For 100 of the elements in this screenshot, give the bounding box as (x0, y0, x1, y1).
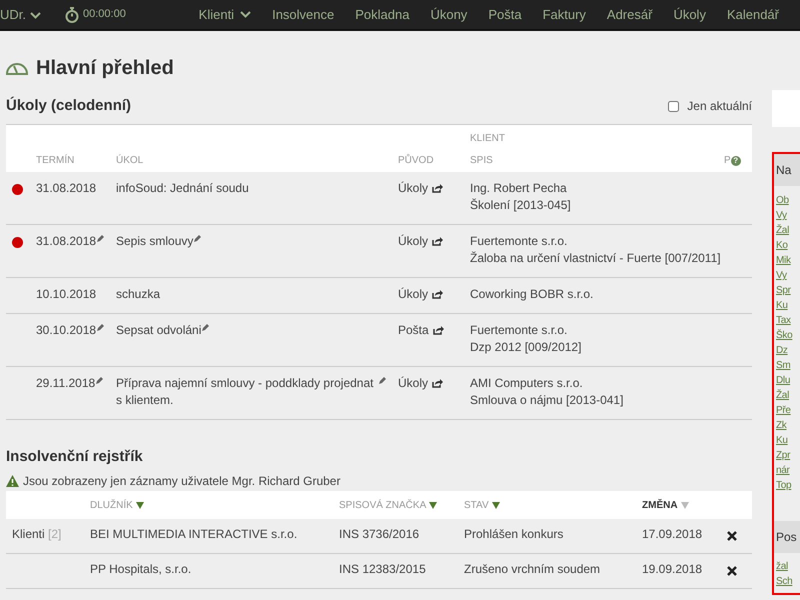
date-text: 10.10.2018 (36, 286, 96, 300)
panel-link[interactable]: Ku (774, 433, 800, 448)
share-icon[interactable] (432, 378, 444, 388)
nav-link[interactable]: Adresář (606, 4, 652, 24)
panel-link[interactable]: Vy (774, 268, 800, 283)
column-header: KLIENT (470, 132, 506, 146)
client-text: Ing. Robert Pecha (470, 180, 568, 196)
column-header[interactable]: ZMĚNA (642, 500, 678, 511)
panel-link[interactable]: Sch (774, 574, 800, 589)
date-text: 29.11.2018 (36, 376, 96, 390)
chevron-down-icon[interactable] (30, 12, 41, 19)
state-text: Zrušeno vrchním soudem (464, 562, 600, 576)
column-header: SPIS (470, 154, 494, 168)
date-text: 19.09.2018 (642, 562, 702, 576)
nav-link[interactable]: Úkony (430, 4, 468, 24)
date-text: 31.08.2018 (36, 234, 96, 248)
panel-link[interactable]: Ob (774, 193, 800, 208)
panel-link[interactable]: Zk (774, 418, 800, 433)
panel-header: Pos (774, 521, 800, 553)
sort-icon[interactable] (429, 502, 438, 509)
client-text: AMI Computers s.r.o. (470, 374, 584, 392)
file-text: Školení [2013-045] (470, 196, 572, 214)
count-text: [2] (48, 527, 62, 541)
checkbox-label[interactable]: Jen aktuální (687, 97, 752, 116)
group-label: Klienti (11, 527, 45, 541)
panel-link[interactable]: nár (774, 463, 800, 478)
debtor-text[interactable]: PP Hospitals, s.r.o. (90, 562, 192, 576)
column-header: TERMÍN (36, 124, 116, 172)
sort-icon[interactable] (492, 502, 500, 509)
column-header[interactable]: STAV (464, 500, 489, 511)
panel-link[interactable]: Dlu (774, 373, 800, 388)
close-icon[interactable] (727, 531, 737, 542)
file-text: Žaloba na určení vlastnictví - Fuerte [007/2011] (470, 250, 722, 266)
file-text: Smlouva o nájmu [2013-041] (470, 392, 624, 408)
client-text: Coworking BOBR s.r.o. (470, 286, 594, 302)
task-text[interactable]: Sepsat odvoláni (116, 322, 202, 338)
date-text: 30.10.2018 (36, 322, 96, 336)
panel-header: Na (774, 154, 800, 186)
file-text: Dzp 2012 [009/2012] (470, 338, 582, 356)
panel-link[interactable]: Vy (774, 208, 800, 223)
share-icon[interactable] (432, 326, 444, 335)
panel-link[interactable]: Ško (774, 328, 800, 343)
task-text[interactable]: schuzka (116, 286, 160, 302)
panel-link[interactable]: Zpr (774, 448, 800, 463)
origin-text: Úkoly (398, 180, 428, 194)
share-icon[interactable] (432, 236, 444, 246)
user-menu[interactable]: UDr. (0, 4, 41, 24)
date-text: 31.08.2018 (36, 180, 96, 194)
nav-link[interactable]: Pokladna (355, 4, 410, 24)
nav-link[interactable]: Klienti (198, 4, 234, 24)
origin-text: Pošta (398, 322, 429, 336)
nav-link[interactable]: Faktury (542, 4, 586, 24)
origin-text: Úkoly (398, 234, 428, 248)
notice-text: Jsou zobrazeny jen záznamy uživatele Mgr. Richard Gruber (23, 473, 340, 490)
share-icon[interactable] (432, 290, 444, 299)
origin-text: Úkoly (398, 286, 428, 300)
column-header: ÚKOL (116, 124, 398, 172)
nav-link[interactable]: Úkoly (673, 4, 706, 24)
task-text[interactable]: infoSoud: Jednání soudu (116, 180, 249, 196)
help-badge[interactable]: ? (730, 156, 741, 166)
stopwatch-icon[interactable] (65, 6, 79, 22)
page-title: Hlavní přehled (36, 56, 174, 81)
panel-link[interactable]: žal (774, 559, 800, 574)
section-title: Insolvenční rejstřík (6, 446, 144, 466)
warning-icon (6, 475, 19, 487)
close-icon[interactable] (727, 566, 737, 576)
panel-link[interactable]: Žal (774, 388, 800, 403)
panel-link[interactable]: Ku (774, 298, 800, 313)
panel-link[interactable]: Pře (774, 403, 800, 418)
sort-icon[interactable] (136, 502, 144, 509)
nav-link[interactable]: Pošta (488, 4, 522, 24)
date-text: 17.09.2018 (642, 527, 702, 541)
panel-link[interactable]: Dz (774, 343, 800, 358)
gauge-icon (6, 61, 28, 75)
panel-link[interactable]: Sm (774, 358, 800, 373)
state-text: Prohlášen konkurs (464, 527, 564, 541)
nav-link[interactable]: Insolvence (272, 4, 334, 24)
client-text: Fuertemonte s.r.o. (470, 232, 568, 250)
task-text[interactable]: Sepis smlouvy (116, 232, 194, 250)
panel-link[interactable]: Mik (774, 253, 800, 268)
nav-link[interactable]: Kalendář (726, 4, 779, 24)
panel-link[interactable]: Ko (774, 238, 800, 253)
column-header[interactable]: DLUŽNÍK (90, 500, 133, 511)
checkbox[interactable] (668, 100, 680, 112)
panel-link[interactable]: Top (774, 478, 800, 493)
case-number: INS 12383/2015 (339, 562, 426, 576)
timer-text: 00:00:00 (83, 7, 126, 22)
share-icon[interactable] (432, 184, 444, 193)
panel-link[interactable]: Tax (774, 313, 800, 328)
debtor-text[interactable]: BEI MULTIMEDIA INTERACTIVE s.r.o. (90, 527, 298, 541)
origin-text: Úkoly (398, 376, 428, 390)
client-text: Fuertemonte s.r.o. (470, 322, 568, 338)
task-text[interactable]: Příprava najemní smlouvy - poddklady projednat s klientem. (116, 374, 378, 408)
panel-link[interactable]: Spr (774, 283, 800, 298)
panel-link[interactable]: Žal (774, 223, 800, 238)
section-title: Úkoly (celodenní) (6, 96, 132, 116)
column-header: PŮVOD (398, 124, 470, 172)
chevron-down-icon[interactable] (240, 11, 252, 18)
column-header: P (724, 154, 731, 166)
case-number: INS 3736/2016 (339, 527, 420, 541)
